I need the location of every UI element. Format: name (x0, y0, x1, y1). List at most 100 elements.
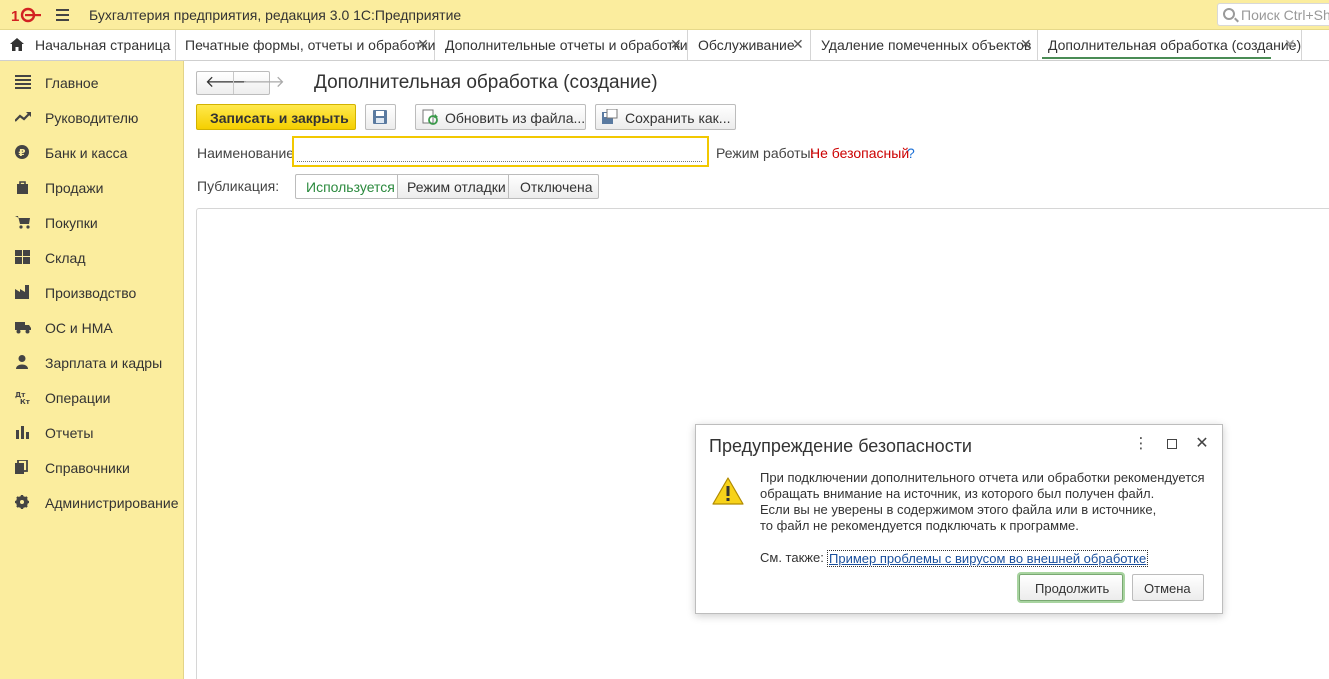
dialog-message-line: При подключении дополнительного отчета и… (760, 470, 1205, 485)
sidebar-item-label: Зарплата и кадры (45, 355, 163, 371)
sidebar-item-salary[interactable]: Зарплата и кадры (0, 344, 183, 378)
tab-print-forms[interactable]: Печатные формы, отчеты и обработки ✕ (176, 30, 435, 60)
warehouse-icon (15, 250, 30, 264)
sidebar-item-sales[interactable]: Продажи (0, 169, 183, 203)
continue-label: Продолжить (1035, 581, 1110, 596)
sidebar-item-label: Банк и касса (45, 145, 128, 161)
sidebar-item-label: Отчеты (45, 425, 94, 441)
continue-button[interactable]: Продолжить (1019, 574, 1123, 601)
sidebar-item-main[interactable]: Главное (0, 64, 183, 98)
maximize-icon[interactable] (1164, 435, 1180, 453)
name-field[interactable] (292, 136, 709, 167)
tab-home[interactable]: Начальная страница (0, 30, 176, 60)
publication-option-used[interactable]: Используется (295, 174, 398, 199)
dialog-title: Предупреждение безопасности (709, 436, 972, 456)
tab-label: Печатные формы, отчеты и обработки (185, 37, 436, 53)
name-label: Наименование: (197, 145, 298, 161)
close-icon[interactable]: ✕ (1284, 36, 1296, 53)
more-menu-icon[interactable]: ⋮ (1133, 435, 1149, 453)
list-icon (15, 75, 31, 89)
sidebar-item-label: Администрирование (45, 495, 179, 511)
sidebar-item-manager[interactable]: Руководителю (0, 99, 183, 133)
tab-additional-processing[interactable]: Дополнительная обработка (создание) ✕ (1038, 30, 1302, 60)
dialog-close-icon[interactable]: ✕ (1194, 435, 1210, 453)
truck-icon (15, 322, 31, 334)
security-warning-dialog: Предупреждение безопасности ⋮ ✕ При подк… (695, 424, 1223, 614)
sidebar-item-purchases[interactable]: Покупки (0, 204, 183, 238)
tab-delete-marked[interactable]: Удаление помеченных объектов ✕ (811, 30, 1038, 60)
sidebar-item-label: Операции (45, 390, 111, 406)
search-placeholder: Поиск Ctrl+Shift+F (1241, 7, 1329, 23)
save-and-close-label: Записать и закрыть (210, 110, 349, 126)
dt-kt-icon: ДтКт (15, 391, 31, 404)
update-from-file-button[interactable]: Обновить из файла... (415, 104, 586, 130)
home-icon (10, 38, 24, 51)
save-as-button[interactable]: Сохранить как... (595, 104, 736, 130)
close-icon[interactable]: ✕ (670, 36, 682, 53)
sidebar-item-label: Склад (45, 250, 86, 266)
bag-icon (17, 181, 28, 194)
trend-icon (15, 112, 31, 122)
save-button[interactable] (365, 104, 396, 130)
publication-option-debug[interactable]: Режим отладки (397, 174, 509, 199)
page-title: Дополнительная обработка (создание) (314, 72, 658, 93)
save-and-close-button[interactable]: Записать и закрыть (196, 104, 356, 130)
cancel-button[interactable]: Отмена (1132, 574, 1204, 601)
virus-example-link[interactable]: Пример проблемы с вирусом во внешней обр… (827, 550, 1149, 567)
svg-text:₽: ₽ (19, 148, 26, 159)
close-icon[interactable]: ✕ (417, 36, 429, 53)
save-as-label: Сохранить как... (625, 110, 731, 126)
sidebar-item-administration[interactable]: Администрирование (0, 484, 183, 518)
sidebar: Главное Руководителю ₽ Банк и касса Прод… (0, 61, 184, 679)
divider (233, 72, 234, 94)
tab-label: Дополнительные отчеты и обработки (445, 37, 688, 53)
person-icon (16, 355, 28, 369)
sidebar-item-fixed-assets[interactable]: ОС и НМА (0, 309, 183, 343)
tab-additional-reports[interactable]: Дополнительные отчеты и обработки ✕ (435, 30, 688, 60)
sidebar-item-production[interactable]: Производство (0, 274, 183, 308)
mode-value-link[interactable]: Не безопасный (810, 145, 909, 161)
sidebar-item-label: Руководителю (45, 110, 139, 126)
sidebar-item-label: Продажи (45, 180, 104, 196)
name-input[interactable] (297, 140, 702, 162)
sidebar-item-label: Справочники (45, 460, 130, 476)
publication-option-disabled[interactable]: Отключена (508, 174, 599, 199)
help-icon[interactable]: ? (907, 145, 915, 161)
publication-option-label: Используется (306, 179, 395, 195)
factory-icon (15, 285, 29, 299)
sidebar-item-operations[interactable]: Дт Кт Операции (0, 379, 183, 413)
dialog-message-line: обращать внимание на источник, из которо… (760, 486, 1155, 501)
main-menu-icon[interactable] (56, 9, 69, 21)
forward-arrow-icon[interactable]: 🡒 (242, 75, 285, 91)
close-icon[interactable]: ✕ (1020, 36, 1032, 53)
sidebar-item-reports[interactable]: Отчеты (0, 414, 183, 448)
title-bar: 1 Бухгалтерия предприятия, редакция 3.0 … (0, 0, 1329, 30)
tab-label: Дополнительная обработка (создание) (1048, 37, 1302, 53)
close-icon[interactable]: ✕ (792, 36, 804, 53)
floppy-disk-icon (373, 110, 387, 124)
see-also-label: См. также: (760, 550, 824, 565)
tab-label: Начальная страница (35, 37, 171, 53)
dialog-message-line: Если вы не уверены в содержимом этого фа… (760, 502, 1157, 517)
search-input[interactable]: Поиск Ctrl+Shift+F (1217, 3, 1329, 26)
back-arrow-icon[interactable]: 🡐 (205, 75, 248, 91)
save-as-icon (602, 109, 618, 124)
cart-icon (15, 216, 30, 229)
tab-maintenance[interactable]: Обслуживание ✕ (688, 30, 811, 60)
mode-label: Режим работы: (716, 145, 815, 161)
publication-option-label: Отключена (520, 179, 593, 195)
tab-label: Обслуживание (698, 37, 795, 53)
books-icon (15, 460, 28, 474)
sidebar-item-label: Покупки (45, 215, 98, 231)
sidebar-item-bank[interactable]: ₽ Банк и касса (0, 134, 183, 168)
update-from-file-label: Обновить из файла... (445, 110, 586, 126)
1c-logo-icon[interactable]: 1 (11, 7, 43, 23)
app-title: Бухгалтерия предприятия, редакция 3.0 1С… (89, 7, 462, 23)
dialog-message-line: то файл не рекомендуется подключать к пр… (760, 518, 1079, 533)
svg-text:1: 1 (11, 8, 19, 23)
sidebar-item-warehouse[interactable]: Склад (0, 239, 183, 273)
sidebar-item-directories[interactable]: Справочники (0, 449, 183, 483)
svg-text:Кт: Кт (20, 398, 31, 404)
cancel-label: Отмена (1144, 581, 1191, 596)
publication-option-label: Режим отладки (407, 179, 506, 195)
